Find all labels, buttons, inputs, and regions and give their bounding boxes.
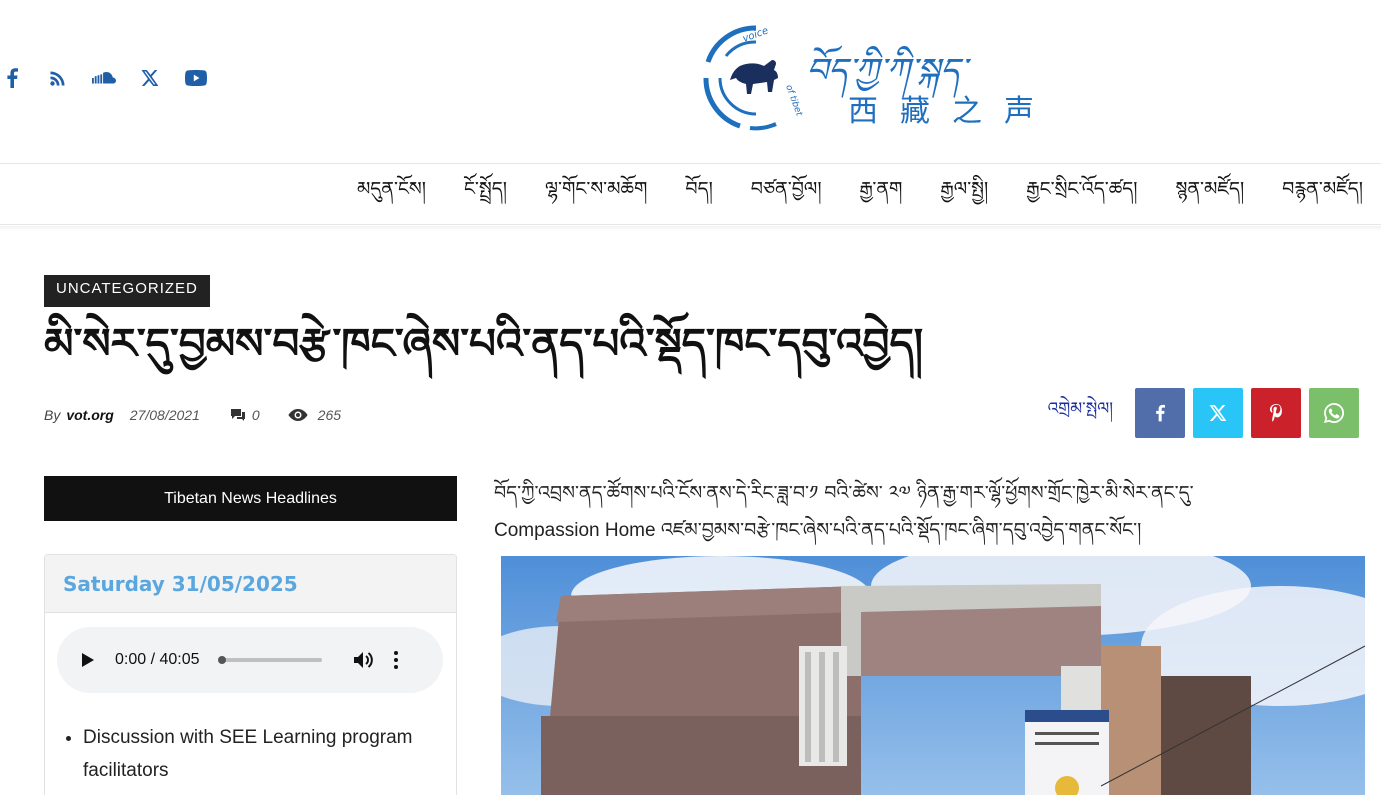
sidebar-heading: Tibetan News Headlines <box>44 476 457 521</box>
meta-date: 27/08/2021 <box>129 407 200 423</box>
site-header: voice of tibet བོད་ཀྱི་ཀི་སྐད་ 西藏之声 <box>0 0 1381 163</box>
article-body: བོད་ཀྱི་འབྲས་ནད་ཚོགས་པའི་ངོས་ནས་དེ་རིང་ཟ… <box>494 474 1354 550</box>
nav-item-audio-archive[interactable]: སྙན་མཛོད། <box>1175 167 1244 221</box>
nav-item-about[interactable]: ངོ་སྤྲོད། <box>464 167 507 221</box>
audio-progress-slider[interactable] <box>217 656 322 664</box>
building-photo-image <box>501 556 1365 795</box>
nav-menu: མདུན་ངོས། ངོ་སྤྲོད། ལྷ་གོང་ས་མཆོག བོད། བ… <box>319 164 1363 224</box>
comment-icon[interactable] <box>230 408 246 422</box>
nav-item-tibet[interactable]: བོད། <box>685 167 712 221</box>
headline-list-item[interactable]: Discussion with SEE Learning program fac… <box>83 721 423 787</box>
views-eye-icon <box>288 409 308 421</box>
sidebar-date: Saturday 31/05/2025 <box>45 555 456 613</box>
meta-author-link[interactable]: vot.org <box>66 407 113 423</box>
nav-divider <box>0 226 1381 231</box>
share-pinterest-button[interactable] <box>1251 388 1301 438</box>
facebook-icon[interactable] <box>0 66 24 90</box>
social-links <box>0 66 208 90</box>
logo-chinese-title: 西藏之声 <box>848 94 1056 129</box>
logo-emblem-icon: voice of tibet <box>703 25 804 131</box>
nav-item-china[interactable]: རྒྱ་ནག <box>860 167 903 221</box>
x-twitter-icon[interactable] <box>138 66 162 90</box>
rss-icon[interactable] <box>46 66 70 90</box>
share-x-button[interactable] <box>1193 388 1243 438</box>
article-body-line-2: Compassion Home འཛམ་བྱམས་བརྩེ་ཁང་ཞེས་པའི… <box>494 520 1142 541</box>
article-body-line-1: བོད་ཀྱི་འབྲས་ནད་ཚོགས་པའི་ངོས་ནས་དེ་རིང་ཟ… <box>494 482 1194 504</box>
nav-item-video-archive[interactable]: བརྙན་མཛོད། <box>1282 167 1363 221</box>
meta-view-count: 265 <box>317 407 342 423</box>
share-label: འགྲེམ་སྤེལ། <box>1047 399 1113 419</box>
nav-item-international[interactable]: རྒྱལ་སྤྱི། <box>940 167 988 221</box>
sidebar-audio-box: Saturday 31/05/2025 0:00 / 40:05 Discuss… <box>44 554 457 795</box>
volume-icon[interactable] <box>352 649 374 671</box>
audio-player: 0:00 / 40:05 <box>57 627 443 693</box>
headline-list: Discussion with SEE Learning program fac… <box>83 721 423 787</box>
nav-item-broadcast[interactable]: རྒྱང་སྲིང་འོད་ཚད། <box>1026 167 1137 221</box>
article-meta: By vot.org 27/08/2021 0 265 <box>44 404 341 426</box>
youtube-icon[interactable] <box>184 66 208 90</box>
more-options-icon[interactable] <box>392 649 400 671</box>
share-bar: འགྲེམ་སྤེལ། <box>1048 388 1359 438</box>
article-headline: མི་སེར་དུ་བྱམས་བརྩེ་ཁང་ཞེས་པའི་ནད་པའི་སྡ… <box>44 319 924 368</box>
svg-text:of tibet: of tibet <box>783 84 804 118</box>
share-facebook-button[interactable] <box>1135 388 1185 438</box>
share-whatsapp-button[interactable] <box>1309 388 1359 438</box>
facebook-icon <box>1156 404 1165 422</box>
meta-by-label: By <box>44 407 61 423</box>
nav-item-dalai-lama[interactable]: ལྷ་གོང་ས་མཆོག <box>545 167 647 221</box>
x-twitter-icon <box>1209 405 1227 421</box>
site-logo[interactable]: voice of tibet བོད་ཀྱི་ཀི་སྐད་ 西藏之声 <box>700 22 1120 134</box>
category-badge[interactable]: UNCATEGORIZED <box>44 275 210 307</box>
article-photo <box>501 556 1365 795</box>
whatsapp-icon <box>1324 403 1344 423</box>
nav-item-home[interactable]: མདུན་ངོས། <box>357 167 426 221</box>
play-icon[interactable] <box>77 650 97 670</box>
audio-progress-knob[interactable] <box>217 656 226 664</box>
pinterest-icon <box>1270 404 1282 422</box>
nav-item-exile[interactable]: བཙན་བྱོལ། <box>751 167 822 221</box>
main-navigation: མདུན་ངོས། ངོ་སྤྲོད། ལྷ་གོང་ས་མཆོག བོད། བ… <box>0 163 1381 225</box>
soundcloud-icon[interactable] <box>92 66 116 90</box>
meta-comment-count[interactable]: 0 <box>252 407 260 423</box>
audio-time: 0:00 / 40:05 <box>115 651 200 668</box>
